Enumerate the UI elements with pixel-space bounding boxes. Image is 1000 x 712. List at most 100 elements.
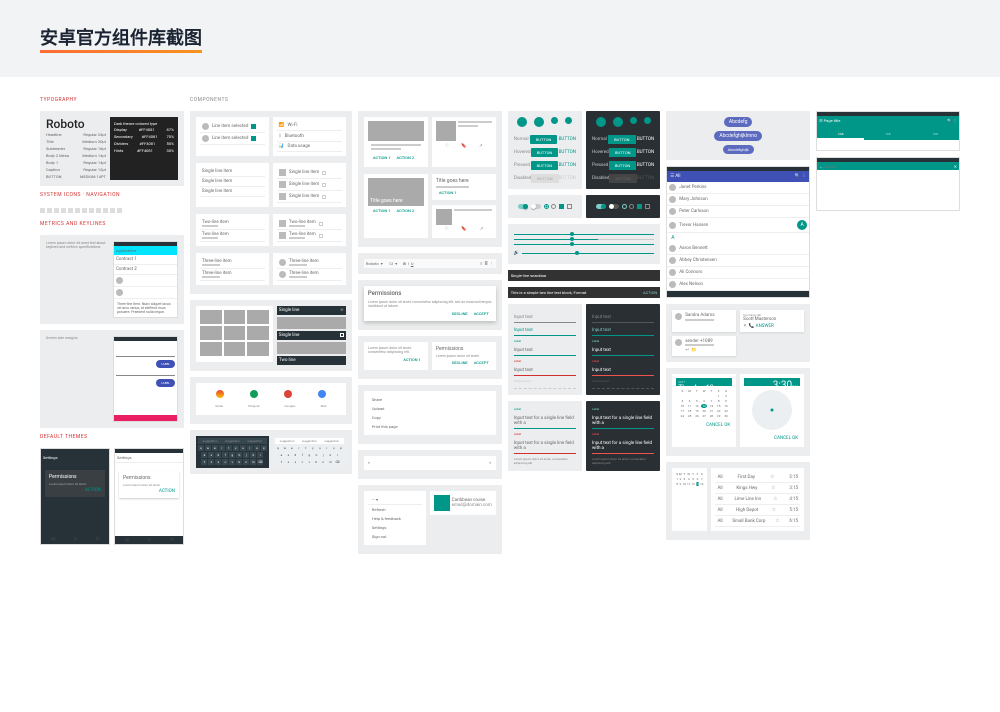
list-item[interactable]: Kings Hwy: [736, 486, 757, 491]
menu-item[interactable]: Copy: [368, 413, 492, 422]
text-field[interactable]: Input text: [514, 313, 576, 323]
list-item[interactable]: Data usage: [288, 144, 311, 149]
answer-button[interactable]: ANSWER: [756, 324, 774, 329]
flat-button[interactable]: BUTTON: [637, 137, 654, 142]
card-action[interactable]: ACTION 1: [436, 189, 460, 196]
text-field[interactable]: Input text for a single line field with …: [592, 414, 654, 429]
switch[interactable]: [518, 204, 528, 209]
text-field[interactable]: Input text: [592, 366, 654, 376]
action-button[interactable]: ACTION: [85, 488, 101, 493]
list-item[interactable]: Line item selected: [212, 136, 248, 141]
menu-item[interactable]: Help & feedback: [368, 514, 422, 523]
accept-button[interactable]: ACCEPT: [471, 359, 492, 366]
card-action[interactable]: ACTION 2: [394, 207, 418, 214]
card-action[interactable]: ACTION 1: [400, 356, 424, 363]
list-item[interactable]: Single line item: [289, 182, 319, 187]
button[interactable]: BUTTON: [609, 161, 636, 170]
card-action[interactable]: ACTION 1: [370, 207, 394, 214]
underline-button[interactable]: U: [411, 261, 414, 266]
text-field[interactable]: Input text for a single line field with …: [592, 439, 654, 454]
fab-mini[interactable]: [565, 117, 572, 124]
fab-mini[interactable]: [644, 117, 651, 124]
year-select[interactable]: 2017: [678, 380, 730, 384]
text-field[interactable]: Input text: [592, 313, 654, 323]
ok-button[interactable]: OK: [724, 423, 730, 428]
fab[interactable]: [517, 117, 527, 127]
chip[interactable]: Abcdefg: [724, 117, 753, 127]
ampm-toggle[interactable]: PM: [792, 384, 798, 389]
flat-button[interactable]: BUTTON: [559, 163, 576, 168]
contact-item[interactable]: Trevor Hansen: [679, 223, 708, 228]
list-item[interactable]: Small Bank Corp: [732, 519, 765, 524]
clock-face[interactable]: [752, 390, 792, 430]
list-item[interactable]: Line item selected: [212, 124, 248, 129]
list-item[interactable]: Bluetooth: [285, 134, 304, 139]
switch[interactable]: [531, 204, 541, 209]
list-item[interactable]: Single line item: [202, 169, 232, 174]
chip[interactable]: Abcdefghijklmno: [714, 131, 762, 141]
text-field[interactable]: Input text for a single line field with …: [514, 414, 576, 429]
button[interactable]: BUTTON: [609, 148, 636, 157]
fab[interactable]: [596, 117, 606, 127]
checkbox[interactable]: [637, 204, 642, 209]
font-select[interactable]: Roboto: [366, 261, 379, 266]
kb-suggestion[interactable]: suggestion: [280, 439, 295, 443]
search-input[interactable]: [824, 164, 907, 169]
checkbox[interactable]: [567, 204, 572, 209]
cancel-button[interactable]: CANCEL: [706, 423, 723, 428]
card-action[interactable]: ACTION 1: [370, 154, 394, 161]
checkbox[interactable]: [645, 204, 650, 209]
menu-item[interactable]: Print this page: [368, 422, 492, 431]
ok-button[interactable]: OK: [792, 436, 798, 441]
button[interactable]: BUTTON: [530, 135, 557, 144]
slider[interactable]: [522, 253, 654, 254]
button[interactable]: BUTTON: [531, 161, 558, 170]
bold-button[interactable]: B: [403, 261, 406, 266]
kb-suggestion[interactable]: suggestion: [225, 439, 240, 443]
list-item[interactable]: High Depot: [736, 508, 758, 513]
kb-suggestion[interactable]: suggestion: [203, 439, 218, 443]
text-field[interactable]: Input text for a single line field with …: [514, 439, 576, 454]
slider[interactable]: [514, 239, 654, 240]
list-item[interactable]: Wi-Fi: [288, 123, 298, 128]
kb-suggestion[interactable]: suggestion: [324, 439, 339, 443]
radio[interactable]: [551, 204, 556, 209]
slider[interactable]: [514, 234, 654, 235]
text-field[interactable]: Input text: [514, 346, 576, 356]
contact-item[interactable]: Janet Perkins: [679, 185, 706, 190]
decline-button[interactable]: DECLINE: [449, 310, 471, 317]
contact-item[interactable]: Alex Nelson: [679, 282, 703, 287]
contact-item[interactable]: Aaron Bennett: [679, 246, 708, 251]
contact-item[interactable]: Mary Johnson: [679, 197, 708, 202]
text-field[interactable]: Input text: [514, 366, 576, 376]
action-button[interactable]: ACTION: [159, 489, 175, 494]
text-field[interactable]: Input text: [592, 346, 654, 356]
slider[interactable]: [514, 244, 654, 245]
mail-icon[interactable]: [318, 390, 326, 398]
contact-item[interactable]: Abbey Christensen: [679, 258, 716, 263]
flat-button[interactable]: BUTTON: [559, 150, 576, 155]
fab-mini[interactable]: [630, 117, 637, 124]
snackbar-action[interactable]: ACTION: [643, 290, 657, 295]
text-field[interactable]: Input text: [514, 326, 576, 336]
menu-item[interactable]: Refresh: [368, 505, 422, 514]
button[interactable]: BUTTON: [531, 148, 558, 157]
flat-button[interactable]: BUTTON: [637, 150, 654, 155]
switch[interactable]: [609, 204, 619, 209]
flat-button[interactable]: BUTTON: [559, 137, 576, 142]
fab[interactable]: [613, 117, 623, 127]
contact-item[interactable]: Ali Connors: [679, 270, 702, 275]
list-item[interactable]: Lime Line Inn: [734, 497, 761, 502]
menu-item[interactable]: Sign out: [368, 532, 422, 541]
accept-button[interactable]: ACCEPT: [471, 310, 492, 317]
kb-suggestion[interactable]: suggestion: [247, 439, 262, 443]
fab-mini[interactable]: [551, 117, 558, 124]
menu-item[interactable]: Upload: [368, 404, 492, 413]
radio[interactable]: [544, 204, 549, 209]
menu-item[interactable]: Share: [368, 395, 492, 404]
chip[interactable]: Abcdefghijk: [723, 145, 754, 154]
contact-item[interactable]: Peter Carlsson: [679, 209, 708, 214]
cancel-button[interactable]: CANCEL: [774, 436, 791, 441]
hangout-icon[interactable]: [250, 390, 258, 398]
list-item[interactable]: Single line item: [202, 189, 232, 194]
